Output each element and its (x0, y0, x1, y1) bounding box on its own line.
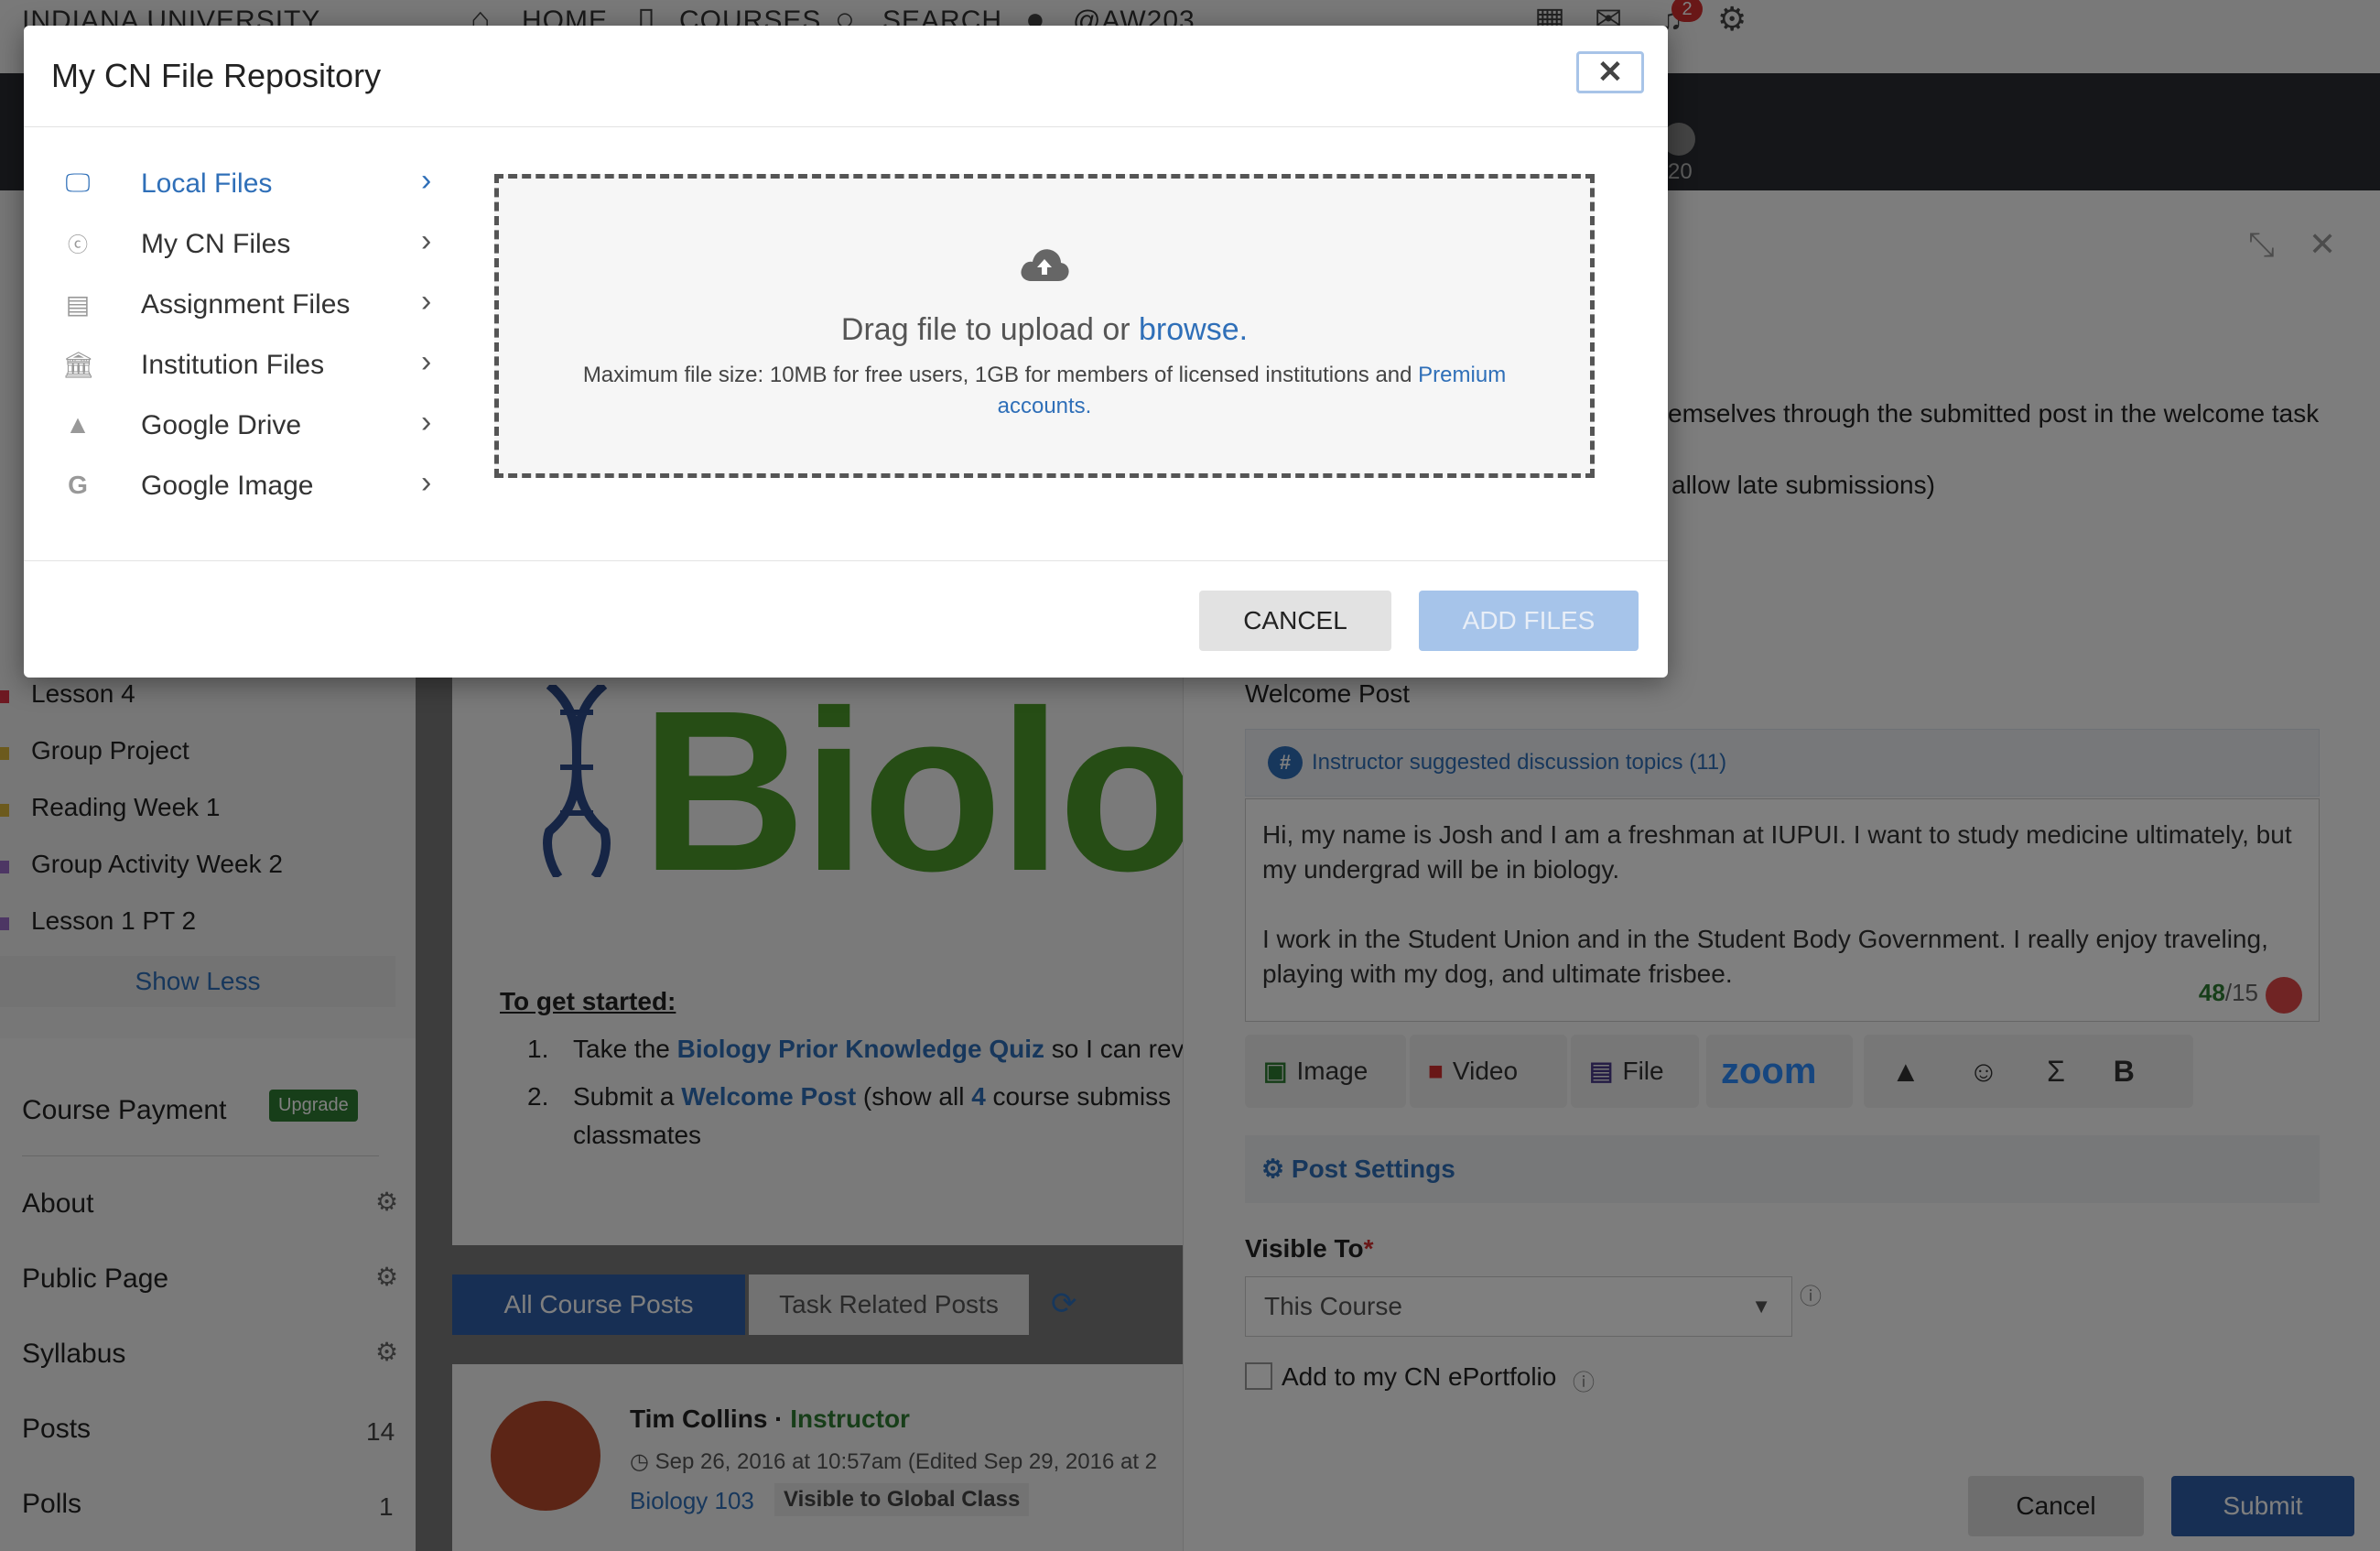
document-icon: ▤ (65, 290, 91, 319)
source-label: My CN Files (141, 229, 291, 259)
chevron-right-icon: › (421, 344, 432, 379)
drag-text: Drag file to upload or (840, 312, 1139, 347)
source-my-cn-files[interactable]: ⓒ My CN Files › (62, 223, 447, 275)
source-institution-files[interactable]: 🏛 Institution Files › (62, 344, 447, 396)
drag-instructions: Drag file to upload or browse. (499, 312, 1590, 348)
cancel-button[interactable]: CANCEL (1199, 591, 1391, 651)
limit-text: Maximum file size: 10MB for free users, … (582, 363, 1419, 387)
source-google-image[interactable]: G Google Image › (62, 465, 447, 516)
google-g-icon: G (68, 471, 88, 499)
file-repository-dialog: My CN File Repository ✕ 🖵 Local Files › … (24, 26, 1668, 678)
browse-link[interactable]: browse. (1139, 312, 1248, 347)
cloud-upload-icon (1021, 249, 1069, 281)
source-label: Google Image (141, 471, 314, 501)
close-button[interactable]: ✕ (1576, 51, 1644, 93)
source-label: Institution Files (141, 350, 325, 380)
institution-icon: 🏛 (62, 351, 95, 379)
chevron-right-icon: › (421, 163, 432, 198)
source-label: Google Drive (141, 410, 302, 440)
source-google-drive[interactable]: ▲ Google Drive › (62, 405, 447, 456)
chevron-right-icon: › (421, 465, 432, 500)
source-label: Assignment Files (141, 289, 351, 320)
google-drive-icon: ▲ (65, 410, 91, 439)
chevron-right-icon: › (421, 284, 432, 319)
divider (24, 560, 1668, 561)
file-dropzone[interactable]: Drag file to upload or browse. Maximum f… (494, 174, 1595, 478)
chevron-right-icon: › (421, 405, 432, 439)
add-files-button[interactable]: ADD FILES (1419, 591, 1639, 651)
file-size-limit: Maximum file size: 10MB for free users, … (536, 360, 1553, 422)
source-assignment-files[interactable]: ▤ Assignment Files › (62, 284, 447, 335)
monitor-icon: 🖵 (65, 168, 91, 197)
dialog-title: My CN File Repository (51, 57, 382, 94)
source-label: Local Files (141, 168, 273, 199)
close-icon: ✕ (1596, 55, 1624, 90)
cn-logo-icon: ⓒ (67, 233, 88, 256)
source-local-files[interactable]: 🖵 Local Files › (62, 163, 447, 214)
chevron-right-icon: › (421, 223, 432, 258)
divider (24, 126, 1668, 127)
